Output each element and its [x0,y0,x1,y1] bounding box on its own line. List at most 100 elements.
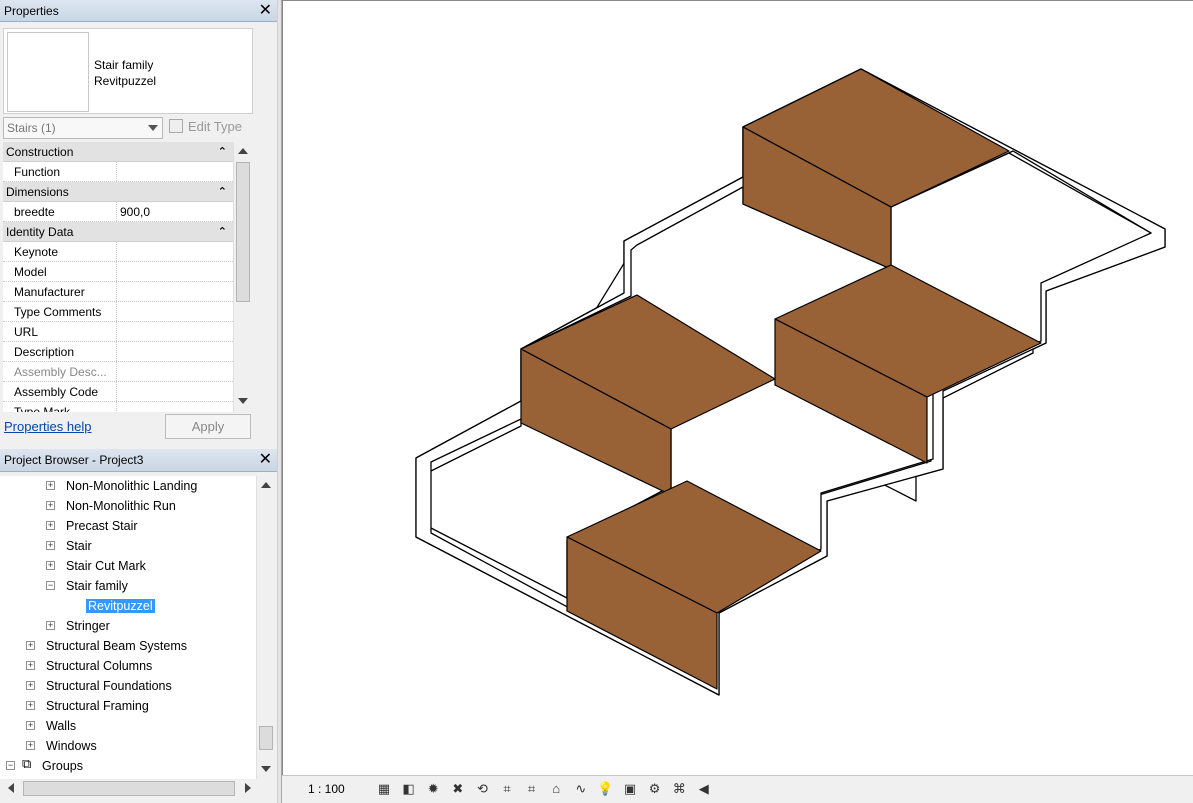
instance-filter-dropdown[interactable]: Stairs (1) [3,117,163,139]
property-value[interactable] [117,282,233,301]
tree-node[interactable]: Groups [42,756,83,776]
property-group-header[interactable]: Identity Data ⌃ [3,222,233,242]
temporary-hide-icon[interactable]: ∿ [573,782,589,796]
expand-icon[interactable]: + [26,681,35,690]
property-row[interactable]: Model [3,262,233,282]
scroll-thumb[interactable] [23,781,235,796]
property-value[interactable] [117,382,233,401]
tree-node[interactable]: Precast Stair [66,516,138,536]
visual-style-icon[interactable]: ◧ [401,782,417,796]
crop-view-icon[interactable]: ⌗ [499,782,515,796]
unlock-3d-icon[interactable]: ⌂ [548,782,564,796]
properties-scrollbar[interactable] [233,142,252,412]
scroll-up-icon[interactable] [261,482,271,488]
apply-button[interactable]: Apply [165,414,251,439]
property-row[interactable]: Function [3,162,233,182]
property-value[interactable] [117,162,233,181]
property-value[interactable] [117,242,233,261]
scroll-up-icon[interactable] [238,148,248,154]
expand-icon[interactable]: + [26,701,35,710]
properties-help-link[interactable]: Properties help [4,419,91,434]
scroll-thumb[interactable] [259,726,273,750]
property-group-header[interactable]: Construction ⌃ [3,142,233,162]
left-dock: Properties ✕ Stair family Revitpuzzel St… [0,0,277,803]
property-row[interactable]: Type Mark [3,402,233,412]
property-value[interactable]: 900,0 [117,202,233,221]
tree-node[interactable]: Structural Framing [46,696,149,716]
collapse-chevron-icon[interactable]: ⌃ [218,222,227,242]
view-scale[interactable]: 1 : 100 [308,782,345,796]
property-name: Keynote [3,242,117,261]
tree-node[interactable]: Windows [46,736,97,756]
expand-icon[interactable]: + [26,721,35,730]
edit-type-button[interactable]: Edit Type [169,117,242,139]
property-row[interactable]: Manufacturer [3,282,233,302]
browser-scrollbar[interactable] [256,476,275,779]
project-browser-tree[interactable]: + Non-Monolithic Landing + Non-Monolithic R… [0,476,256,779]
property-row[interactable]: Keynote [3,242,233,262]
scroll-thumb[interactable] [236,162,250,302]
show-crop-icon[interactable]: ⌗ [524,782,540,796]
scroll-right-icon[interactable] [245,783,251,793]
tree-node[interactable]: Structural Columns [46,656,152,676]
collapse-chevron-icon[interactable]: ⌃ [218,142,227,162]
property-value[interactable] [117,362,233,381]
property-value[interactable] [117,262,233,281]
edit-type-icon [169,119,183,133]
tree-node[interactable]: Revitpuzzel [86,596,155,616]
tree-node[interactable]: Stair family [66,576,128,596]
expand-icon[interactable]: + [26,741,35,750]
expand-icon[interactable]: + [46,521,55,530]
close-icon[interactable]: ✕ [259,449,272,471]
tree-node[interactable]: Walls [46,716,76,736]
collapse-icon[interactable]: − [6,761,15,770]
property-group-header[interactable]: Dimensions ⌃ [3,182,233,202]
tree-node[interactable]: Non-Monolithic Run [66,496,176,516]
properties-grid[interactable]: Construction ⌃ Function Dimensions ⌃ breedte 9… [3,142,233,412]
tree-node[interactable]: Structural Beam Systems [46,636,187,656]
collapse-icon[interactable]: − [46,581,55,590]
temporary-view-properties-icon[interactable]: ▣ [622,782,638,796]
close-icon[interactable]: ✕ [259,0,272,22]
tree-node[interactable]: Non-Monolithic Landing [66,476,197,496]
worksharing-display-icon[interactable]: ◀ [696,782,712,796]
scroll-down-icon[interactable] [261,766,271,772]
property-value[interactable] [117,342,233,361]
tree-node[interactable]: Structural Foundations [46,676,172,696]
property-row[interactable]: Description [3,342,233,362]
expand-icon[interactable]: + [46,481,55,490]
property-row[interactable]: Assembly Desc... [3,362,233,382]
tree-node[interactable]: Stair Cut Mark [66,556,146,576]
property-value[interactable] [117,322,233,341]
property-row[interactable]: Type Comments [3,302,233,322]
expand-icon[interactable]: + [26,661,35,670]
expand-icon[interactable]: + [46,561,55,570]
collapse-chevron-icon[interactable]: ⌃ [218,182,227,202]
property-name: URL [3,322,117,341]
property-row[interactable]: URL [3,322,233,342]
shadows-icon[interactable]: ✖ [450,782,466,796]
property-value[interactable] [117,402,233,412]
property-row[interactable]: Assembly Code [3,382,233,402]
scroll-left-icon[interactable] [8,783,14,793]
render-icon[interactable]: ⟲ [474,782,490,796]
detail-level-icon[interactable]: ▦ [376,782,392,796]
expand-icon[interactable]: + [46,541,55,550]
expand-icon[interactable]: + [46,621,55,630]
highlight-displacement-icon[interactable]: ⌘ [671,782,687,796]
property-value[interactable] [117,302,233,321]
tree-node[interactable]: Stringer [66,616,110,636]
properties-title: Properties [4,4,59,18]
expand-icon[interactable]: + [46,501,55,510]
analytical-model-icon[interactable]: ⚙ [647,782,663,796]
tree-node[interactable]: Stair [66,536,92,556]
browser-hscrollbar[interactable] [3,779,256,798]
scroll-down-icon[interactable] [238,398,248,404]
property-name: Function [3,162,117,181]
expand-icon[interactable]: + [26,641,35,650]
sun-path-icon[interactable]: ✹ [425,782,441,796]
3d-view-canvas[interactable] [282,0,1193,775]
property-row[interactable]: breedte 900,0 [3,202,233,222]
type-selector-preview[interactable]: Stair family Revitpuzzel [3,28,253,114]
reveal-hidden-icon[interactable]: 💡 [597,782,613,796]
